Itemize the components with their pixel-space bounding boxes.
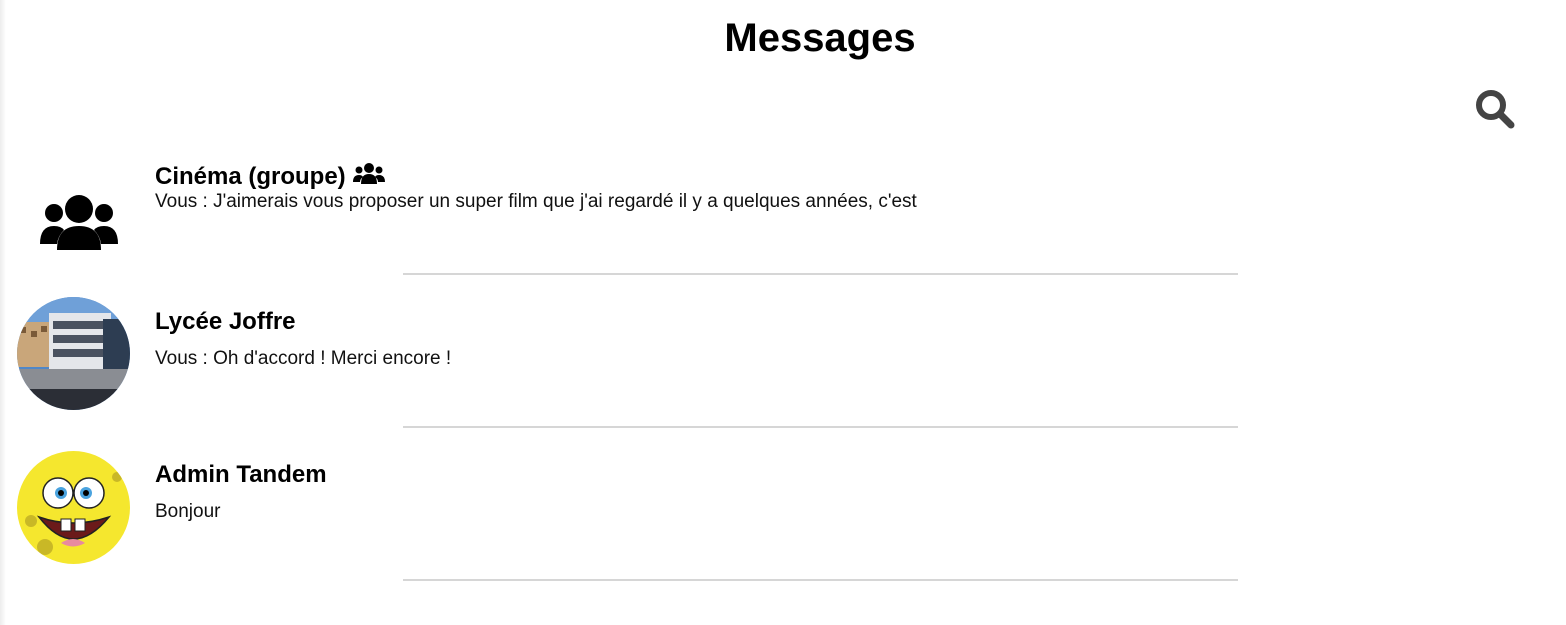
conversation-name: Lycée Joffre <box>155 308 296 335</box>
search-icon <box>1476 90 1515 129</box>
group-icon <box>352 162 386 193</box>
conversation-preview: Vous : J'aimerais vous proposer un super… <box>155 191 917 212</box>
conversation-name: Admin Tandem <box>155 461 327 488</box>
divider <box>403 579 1238 581</box>
avatar-group <box>17 166 130 279</box>
avatar-school-photo <box>17 297 130 410</box>
conversation-preview: Bonjour <box>155 501 221 522</box>
divider <box>403 273 1238 275</box>
users-group-icon <box>40 195 118 250</box>
avatar-admin <box>17 451 130 564</box>
page-title: Messages <box>724 16 916 60</box>
messages-page: Messages Cinéma (groupe) Vous : J'aimera… <box>0 0 1566 625</box>
conversation-preview: Vous : Oh d'accord ! Merci encore ! <box>155 348 452 369</box>
spongebob-avatar <box>17 451 130 564</box>
search-button[interactable] <box>1474 88 1516 130</box>
left-edge-shadow <box>0 0 6 625</box>
divider <box>403 426 1238 428</box>
conversation-name: Cinéma (groupe) <box>155 163 346 190</box>
school-building-photo <box>17 297 130 410</box>
conversation-name-wrapper: Cinéma (groupe) <box>155 162 386 193</box>
